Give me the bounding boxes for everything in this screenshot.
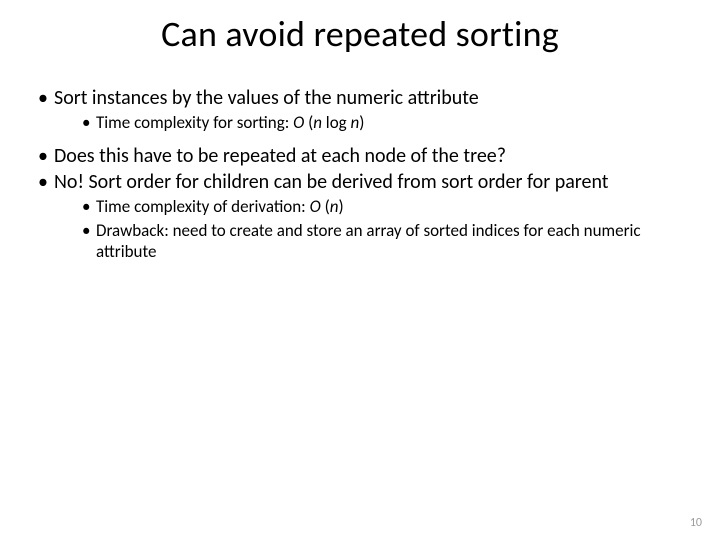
bullet-text: Sort instances by the values of the nume… (54, 86, 479, 110)
bullet-text-italic: n (351, 112, 360, 133)
bullet-text-italic: O (293, 112, 308, 133)
bullet-level1: Does this have to be repeated at each no… (38, 144, 682, 168)
bullet-sublist: Time complexity for sorting: O (n log n) (54, 112, 682, 133)
bullet-text: Does this have to be repeated at each no… (54, 144, 506, 168)
bullet-level2: Time complexity of derivation: O (n) (82, 196, 682, 217)
bullet-text: log (322, 112, 351, 133)
bullet-text: Drawback: need to create and store an ar… (96, 220, 641, 262)
bullet-text-italic: O (310, 196, 325, 217)
bullet-level2: Drawback: need to create and store an ar… (82, 220, 682, 263)
page-number: 10 (690, 516, 702, 530)
slide-title: Can avoid repeated sorting (0, 12, 720, 56)
slide-body: Sort instances by the values of the nume… (38, 86, 682, 272)
bullet-text: No! Sort order for children can be deriv… (54, 170, 608, 194)
bullet-text: ) (359, 112, 364, 133)
bullet-level2: Time complexity for sorting: O (n log n) (82, 112, 682, 133)
slide: Can avoid repeated sorting Sort instance… (0, 0, 720, 540)
bullet-sublist: Time complexity of derivation: O (n) Dra… (54, 196, 682, 262)
bullet-text: Time complexity for sorting: (96, 112, 293, 133)
bullet-list: Sort instances by the values of the nume… (38, 86, 682, 262)
bullet-text: Time complexity of derivation: (96, 196, 310, 217)
bullet-level1: No! Sort order for children can be deriv… (38, 170, 682, 262)
bullet-level1: Sort instances by the values of the nume… (38, 86, 682, 134)
bullet-text-italic: n (313, 112, 322, 133)
bullet-text: ) (338, 196, 343, 217)
